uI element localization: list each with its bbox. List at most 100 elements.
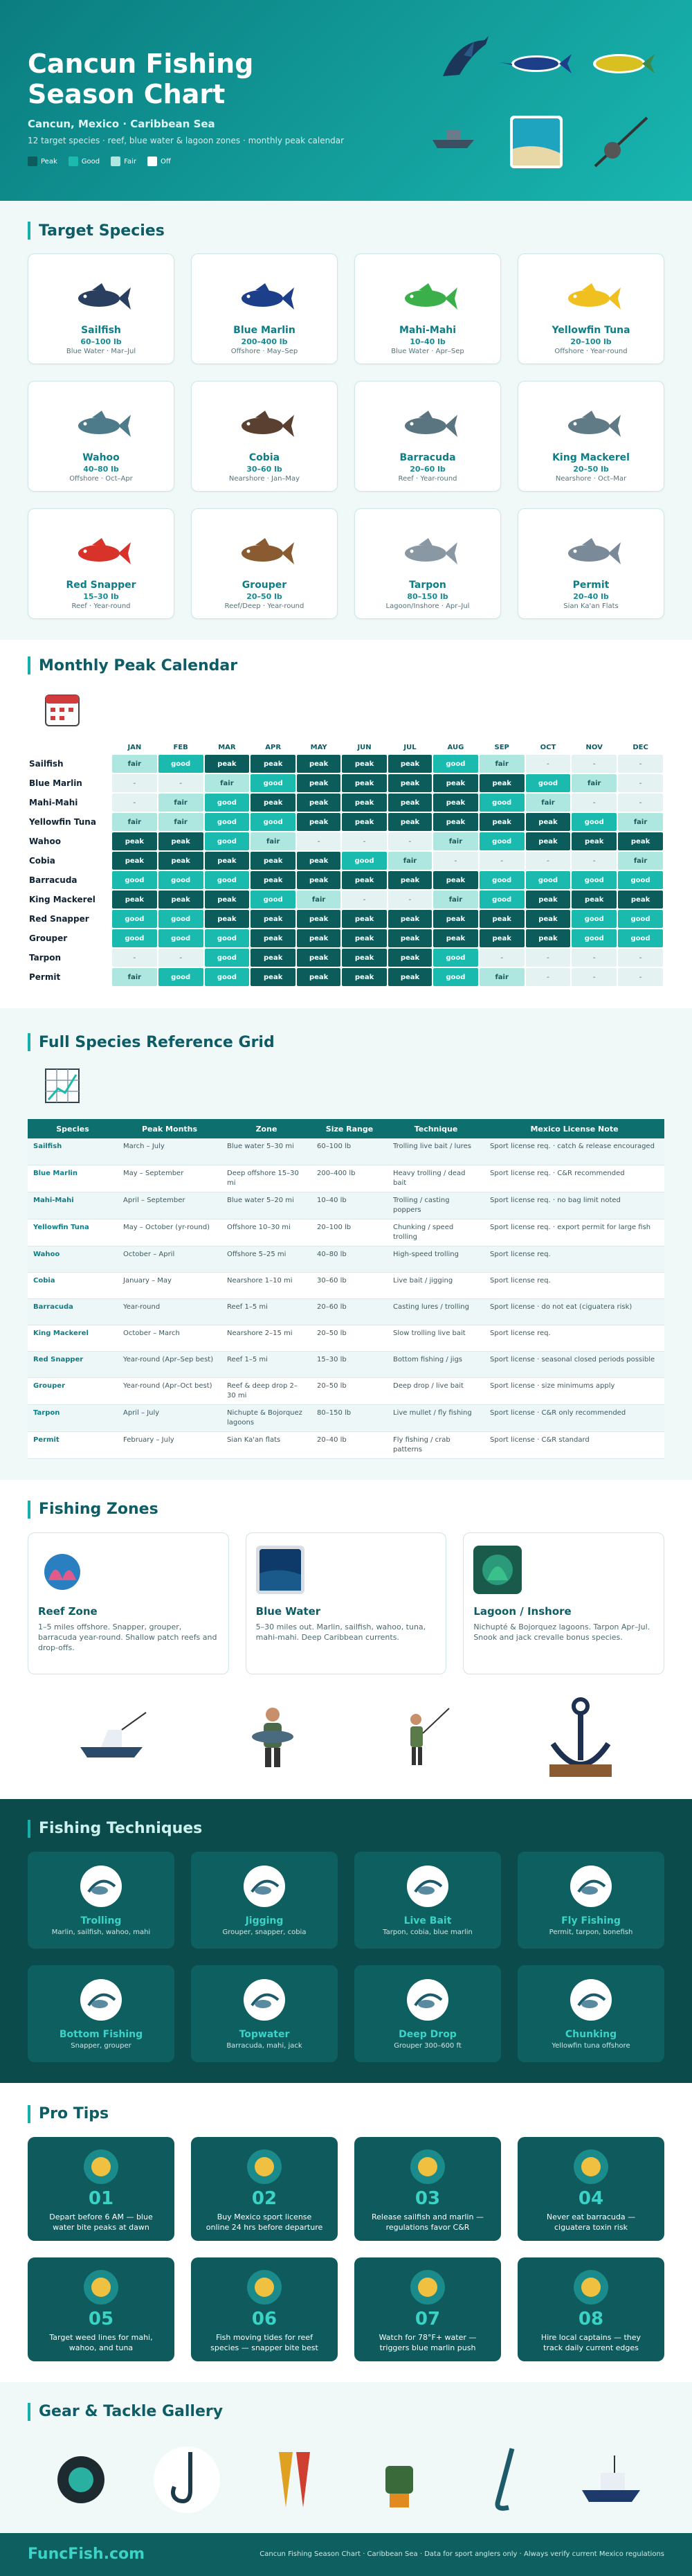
species-weight: 20–50 lb [246,592,282,601]
table-cell: Year-round [118,1298,221,1325]
tip-text: Hire local captains — they track daily c… [540,2332,641,2352]
species-desc: Blue Water · Apr–Sep [391,348,464,355]
gaff-icon [495,2447,515,2511]
calendar-cell: peak [479,910,525,928]
calendar-cell: peak [388,949,432,967]
species-weight: 10–40 lb [410,337,446,346]
species-weight: 15–30 lb [83,592,119,601]
species-card[interactable]: Mahi-Mahi 10–40 lb Blue Water · Apr–Sep [354,253,501,364]
gallery-section: Gear & Tackle Gallery [0,2382,692,2533]
sunrise-icon [84,2149,118,2184]
technique-name: Deep Drop [399,2028,457,2040]
technique-card[interactable]: Chunking Yellowfin tuna offshore [518,1965,664,2062]
technique-card[interactable]: Fly Fishing Permit, tarpon, bonefish [518,1851,664,1949]
electric-reel-icon [407,1978,448,2021]
table-cell: Sport license req. [484,1246,664,1273]
calendar-row: Red Snapper good good peak peak peak peak peak p… [29,910,663,928]
species-card[interactable]: Tarpon 80–150 lb Lagoon/Inshore · Apr–Jul [354,508,501,619]
calendar-cell: - [618,949,663,967]
calendar-cell: peak [251,968,296,986]
calendar-cell: peak [525,832,571,850]
bait-bucket-icon [407,1865,448,1907]
species-card[interactable]: Grouper 20–50 lb Reef/Deep · Year-round [191,508,338,619]
calendar-cell: good [572,813,617,831]
legend-swatch [111,156,121,166]
species-weight: 80–150 lb [407,592,448,601]
zone-name: Blue Water [255,1604,321,1618]
species-card[interactable]: Barracuda 20–60 lb Reef · Year-round [354,381,501,492]
table-cell: Sport license · seasonal closed periods … [484,1351,664,1378]
zone-illustrations [28,1688,664,1785]
month-header: AUG [447,743,464,751]
calendar-cell: good [572,871,617,889]
mahi-icon [593,54,655,73]
species-card[interactable]: Sailfish 60–100 lb Blue Water · Mar–Jul [28,253,174,364]
species-card[interactable]: Red Snapper 15–30 lb Reef · Year-round [28,508,174,619]
trolling-icon [80,1865,122,1907]
target-species-section: Target Species Sailfish 60–100 lb Blue Wat… [0,201,692,640]
species-card[interactable]: Permit 20–40 lb Sian Ka'an Flats [518,508,664,619]
calendar-cell: peak [251,755,296,773]
technique-card[interactable]: Topwater Barracuda, mahi, jack [191,1965,338,2062]
calendar-species: Red Snapper [29,914,89,924]
calendar-row: Mahi-Mahi - fair good peak peak peak peak peak go… [29,794,663,812]
technique-card[interactable]: Jigging Grouper, snapper, cobia [191,1851,338,1949]
calendar-cell: peak [251,949,296,967]
calendar-header-row: JAN FEB MAR APR MAY JUN JUL AUG SEP OCT NOV DEC [29,741,663,753]
table-cell: Barracuda [28,1298,118,1325]
tarpon-icon [405,538,457,564]
table-row: Permit February – July Sian Ka'an flats 20–… [28,1431,664,1459]
reference-header-row: Species Peak Months Zone Size Range Techniqu… [28,1119,664,1138]
calendar-cell: peak [388,968,432,986]
seaweed-icon [84,2269,118,2305]
species-weight: 40–80 lb [83,465,119,474]
snapper-icon [78,538,131,564]
calendar-species: Mahi-Mahi [29,798,78,807]
table-cell: Blue Marlin [28,1165,118,1192]
mahi-icon [405,283,457,310]
species-name: Red Snapper [66,580,136,591]
species-card[interactable]: Blue Marlin 200–400 lb Offshore · May–Sep [191,253,338,364]
zone-card[interactable]: Lagoon / Inshore Nichupté & Bojorquez lag… [463,1532,664,1674]
species-name: Tarpon [409,580,446,591]
table-row: Yellowfin Tuna May – October (yr-round) Of… [28,1219,664,1246]
month-header: OCT [540,743,556,751]
species-card[interactable]: Yellowfin Tuna 20–100 lb Offshore · Year-r… [518,253,664,364]
footer-brand[interactable]: FuncFish.com [28,2546,145,2563]
calendar-cell: - [112,949,157,967]
technique-card[interactable]: Deep Drop Grouper 300–600 ft [354,1965,501,2062]
boat-icon [432,130,474,148]
table-row: King Mackerel October – March Nearshore 2–… [28,1325,664,1352]
calendar-cell: good [251,774,296,792]
calendar-cell: - [525,949,571,967]
table-cell: 20–40 lb [311,1431,388,1459]
technique-desc: Marlin, sailfish, wahoo, mahi [51,1928,151,1936]
calendar-cell: - [572,852,617,870]
zone-card[interactable]: Reef Zone 1–5 miles offshore. Snapper, gr… [28,1532,229,1674]
technique-card[interactable]: Trolling Marlin, sailfish, wahoo, mahi [28,1851,174,1949]
species-card[interactable]: King Mackerel 20–50 lb Nearshore · Oct–Mar [518,381,664,492]
table-cell: May – September [118,1165,221,1192]
technique-card[interactable]: Live Bait Tarpon, cobia, blue marlin [354,1851,501,1949]
legend-item: Fair [111,156,136,166]
technique-card[interactable]: Bottom Fishing Snapper, grouper [28,1965,174,2062]
calendar-cell: peak [204,852,250,870]
calendar-cell: good [204,968,250,986]
species-card[interactable]: Cobia 30–60 lb Nearshore · Jan–May [191,381,338,492]
species-card[interactable]: Wahoo 40–80 lb Offshore · Oct–Apr [28,381,174,492]
tips-grid: 01 Depart before 6 AM — blue water bite p… [28,2136,664,2361]
species-desc: Reef · Year-round [71,602,131,610]
technique-desc: Grouper, snapper, cobia [222,1928,307,1936]
month-header: NOV [585,743,603,751]
techniques-section: Fishing Techniques Trolling Marlin, sailf… [0,1798,692,2083]
calendar-cell: peak [297,813,341,831]
calendar-cell: peak [251,852,296,870]
table-row: Mahi-Mahi April – September Blue water 5–2… [28,1192,664,1219]
calendar-row: Tarpon - - good peak peak peak peak good - - - - [29,949,663,967]
table-cell: Sport license req. · no bag limit noted [484,1192,664,1219]
species-grid: Sailfish 60–100 lb Blue Water · Mar–Jul Blu… [28,253,664,619]
calendar-cell: - [525,968,571,986]
zone-card[interactable]: Blue Water 5–30 miles out. Marlin, sailfi… [245,1532,447,1674]
calendar-species: Sailfish [29,759,64,769]
section-title: Target Species [28,222,664,240]
